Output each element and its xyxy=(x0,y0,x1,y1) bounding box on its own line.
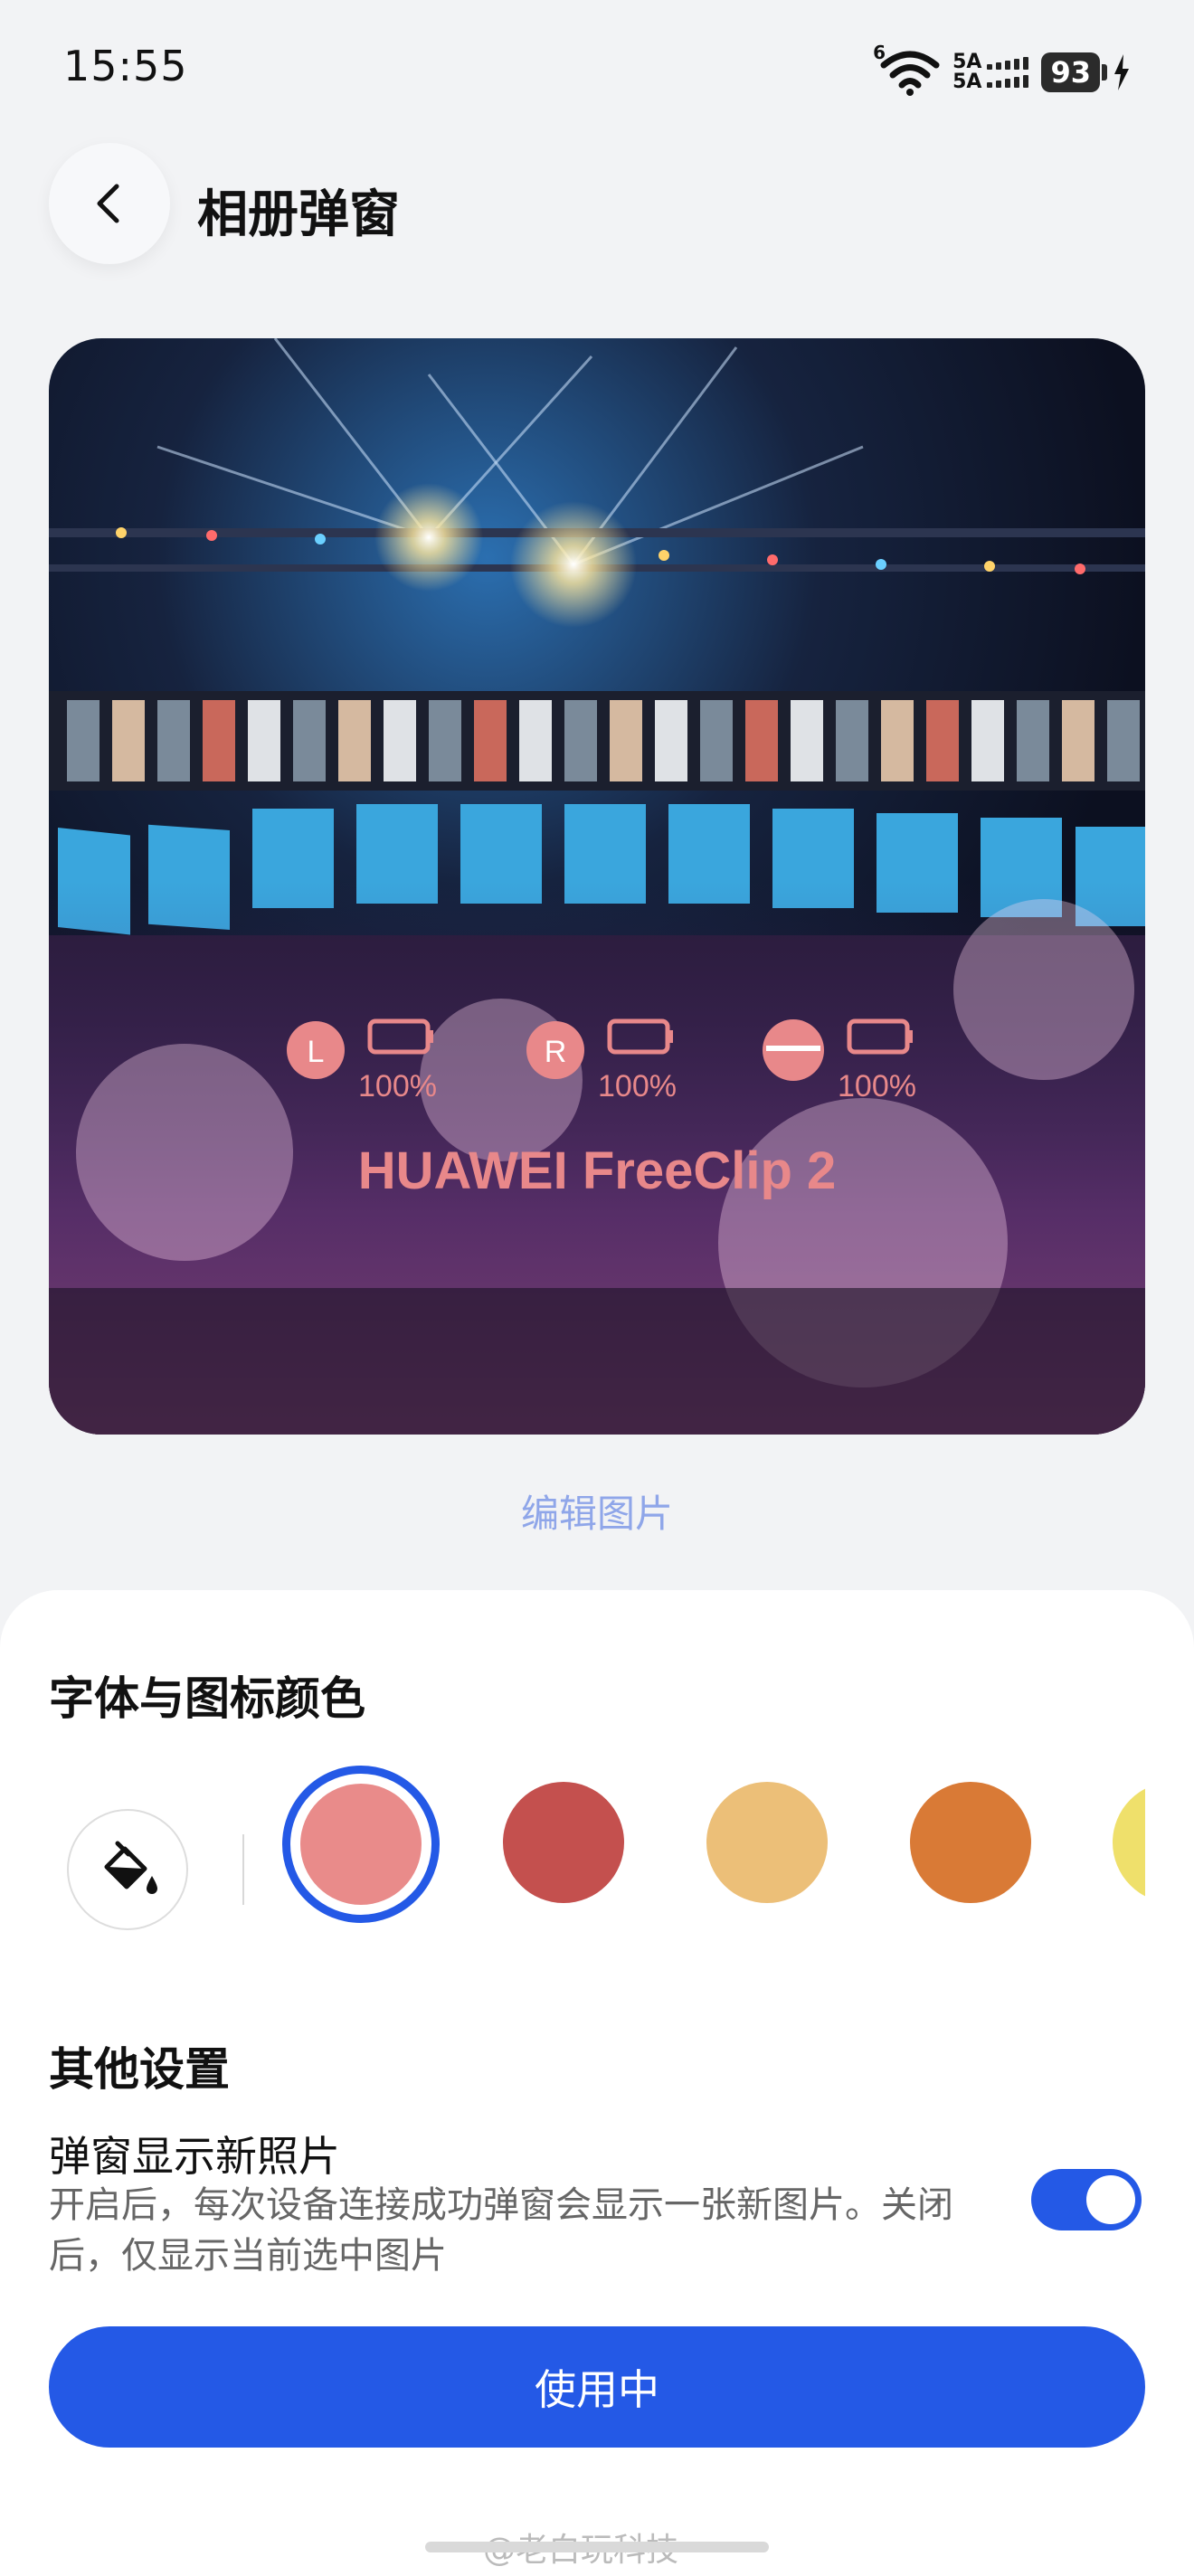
toggle-knob xyxy=(1086,2175,1135,2224)
cellular-signal-icon: 5A 5A xyxy=(952,52,1029,92)
color-swatch-yellow-partial[interactable] xyxy=(1113,1782,1145,1903)
right-earbud-battery: 100% xyxy=(598,1069,677,1103)
color-swatch-pink[interactable] xyxy=(300,1784,422,1905)
case-battery: 100% xyxy=(838,1069,916,1103)
popup-preview-image: L 100% R 100% 100% HUAWEI FreeClip 2 xyxy=(49,338,1145,1435)
wifi-icon: 6 xyxy=(873,42,940,96)
custom-color-button[interactable] xyxy=(67,1809,188,1930)
setting-title-new-photo: 弹窗显示新照片 xyxy=(49,2132,340,2181)
setting-description: 开启后，每次设备连接成功弹窗会显示一张新图片。关闭后，仅显示当前选中图片 xyxy=(49,2184,953,2277)
back-button[interactable] xyxy=(49,143,170,264)
color-section-title: 字体与图标颜色 xyxy=(49,1672,365,1725)
battery-icon: 93 xyxy=(1041,52,1131,92)
status-icons: 6 5A 5A 93 xyxy=(873,42,1131,99)
battery-level: 93 xyxy=(1041,52,1100,92)
left-earbud-label: L xyxy=(308,1035,325,1069)
right-earbud-label: R xyxy=(545,1035,567,1069)
in-use-button[interactable]: 使用中 xyxy=(49,2326,1145,2448)
home-indicator[interactable] xyxy=(425,2542,769,2552)
status-time: 15:55 xyxy=(63,42,188,90)
color-swatch-peach[interactable] xyxy=(706,1782,828,1903)
other-section-title: 其他设置 xyxy=(49,2043,230,2096)
concert-photo: L 100% R 100% 100% HUAWEI FreeClip 2 xyxy=(49,338,1145,1435)
edit-image-link[interactable]: 编辑图片 xyxy=(0,1483,1194,1539)
page-title: 相册弹窗 xyxy=(197,185,400,244)
chevron-left-icon xyxy=(97,184,119,223)
color-swatch-red[interactable] xyxy=(503,1782,624,1903)
product-name: HUAWEI FreeClip 2 xyxy=(358,1141,837,1200)
status-bar: 15:55 6 5A 5A 93 xyxy=(0,0,1194,136)
charging-icon xyxy=(1114,54,1129,90)
color-swatch-orange[interactable] xyxy=(910,1782,1031,1903)
new-photo-toggle[interactable] xyxy=(1031,2169,1142,2230)
swatch-divider xyxy=(242,1834,244,1905)
paint-bucket-icon xyxy=(104,1841,157,1894)
left-earbud-battery: 100% xyxy=(358,1069,437,1103)
